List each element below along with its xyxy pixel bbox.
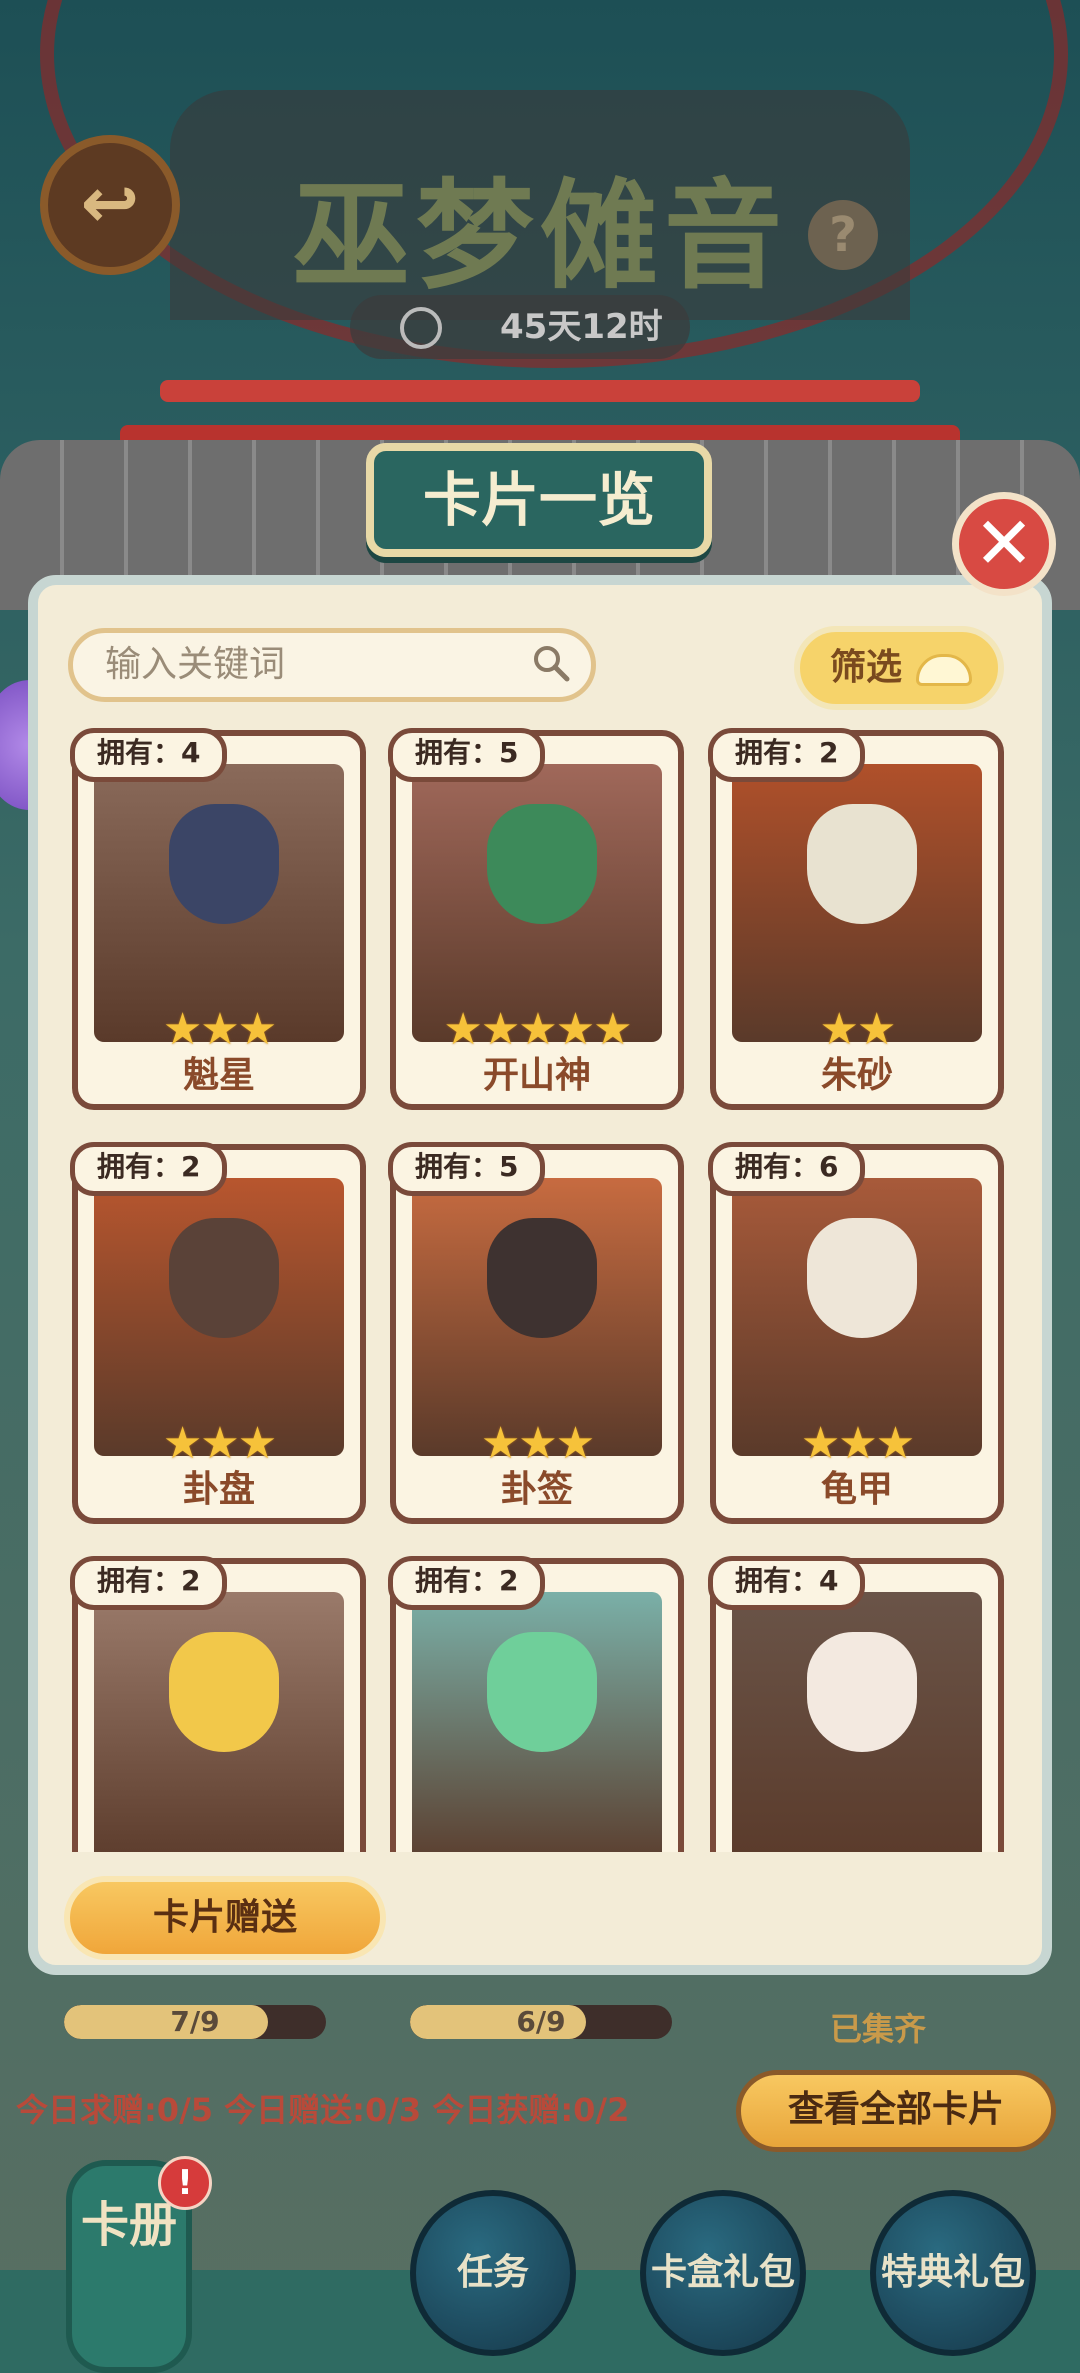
timer-text: 45天12时 xyxy=(500,307,663,347)
daily-stats: 今日求赠:0/5 今日赠送:0/3 今日获赠:0/2 xyxy=(16,2091,630,2129)
card-name: 魁星 xyxy=(182,1055,255,1096)
card-name: 开山神 xyxy=(482,1055,591,1096)
owned-count-badge: 拥有：5 xyxy=(388,1142,546,1196)
owned-count-badge: 拥有：6 xyxy=(708,1142,866,1196)
card-figure xyxy=(807,804,917,924)
search-box[interactable] xyxy=(68,628,596,702)
card-figure xyxy=(487,804,597,924)
card-artwork xyxy=(412,764,662,1042)
card-artwork xyxy=(412,1178,662,1456)
card-name: 卦盘 xyxy=(182,1469,255,1510)
owned-count-badge: 拥有：2 xyxy=(708,728,866,782)
owned-count-badge: 拥有：4 xyxy=(70,728,228,782)
card-item[interactable]: 拥有：6 ★★★ 龟甲 xyxy=(708,1142,1004,1524)
search-icon[interactable] xyxy=(531,643,571,683)
search-input[interactable] xyxy=(103,643,527,686)
special-pack-button[interactable]: 特典礼包 xyxy=(870,2190,1036,2356)
card-item[interactable]: 拥有：2 ★★ 朱砂 xyxy=(708,728,1004,1110)
card-artwork xyxy=(732,1178,982,1456)
progress-bar-1: 7/9 xyxy=(64,2005,326,2039)
card-figure xyxy=(807,1218,917,1338)
card-name: 卦签 xyxy=(500,1469,573,1510)
progress-text-2: 6/9 xyxy=(516,2005,566,2038)
help-button[interactable]: ? xyxy=(808,200,878,270)
clock-icon xyxy=(400,307,442,349)
owned-count-badge: 拥有：5 xyxy=(388,728,546,782)
card-item[interactable]: 拥有：2 xyxy=(388,1556,684,1888)
card-item[interactable]: 拥有：2 xyxy=(70,1556,366,1888)
card-figure xyxy=(487,1632,597,1752)
card-item[interactable]: 拥有：5 ★★★★★ 开山神 xyxy=(388,728,684,1110)
tasks-button[interactable]: 任务 xyxy=(410,2190,576,2356)
card-artwork xyxy=(94,764,344,1042)
card-artwork xyxy=(94,1178,344,1456)
owned-count-badge: 拥有：4 xyxy=(708,1556,866,1610)
panel-title: 卡片一览 xyxy=(366,443,712,557)
card-name: 朱砂 xyxy=(820,1055,893,1096)
card-figure xyxy=(169,1632,279,1752)
progress-bar-2: 6/9 xyxy=(410,2005,672,2039)
card-name: 龟甲 xyxy=(820,1469,893,1510)
card-pack-button[interactable]: 卡盒礼包 xyxy=(640,2190,806,2356)
notification-badge: ! xyxy=(158,2156,212,2210)
back-button[interactable]: ↩ xyxy=(40,135,180,275)
card-item[interactable]: 拥有：5 ★★★ 卦签 xyxy=(388,1142,684,1524)
filter-button[interactable]: 筛选 xyxy=(794,626,1004,710)
owned-count-badge: 拥有：2 xyxy=(388,1556,546,1610)
card-figure xyxy=(807,1632,917,1752)
album-label: 卡册 xyxy=(80,2197,177,2253)
card-figure xyxy=(487,1218,597,1338)
owned-count-badge: 拥有：2 xyxy=(70,1556,228,1610)
card-figure xyxy=(169,804,279,924)
card-item[interactable]: 拥有：2 ★★★ 卦盘 xyxy=(70,1142,366,1524)
collected-label: 已集齐 xyxy=(830,2010,927,2048)
card-artwork xyxy=(94,1592,344,1872)
card-gift-button[interactable]: 卡片赠送 xyxy=(64,1876,386,1960)
view-all-cards-button[interactable]: 查看全部卡片 xyxy=(736,2070,1056,2152)
card-artwork xyxy=(412,1592,662,1872)
progress-text-1: 7/9 xyxy=(170,2005,220,2038)
gate-beam-upper xyxy=(160,380,920,402)
card-item[interactable]: 拥有：4 ★★★ 魁星 xyxy=(70,728,366,1110)
card-figure xyxy=(169,1218,279,1338)
filter-toggle-icon xyxy=(916,654,972,686)
event-timer: 45天12时 xyxy=(350,295,690,359)
card-artwork xyxy=(732,1592,982,1872)
filter-label: 筛选 xyxy=(830,647,903,688)
close-button[interactable]: ✕ xyxy=(952,492,1056,596)
card-item[interactable]: 拥有：4 xyxy=(708,1556,1004,1888)
card-artwork xyxy=(732,764,982,1042)
owned-count-badge: 拥有：2 xyxy=(70,1142,228,1196)
